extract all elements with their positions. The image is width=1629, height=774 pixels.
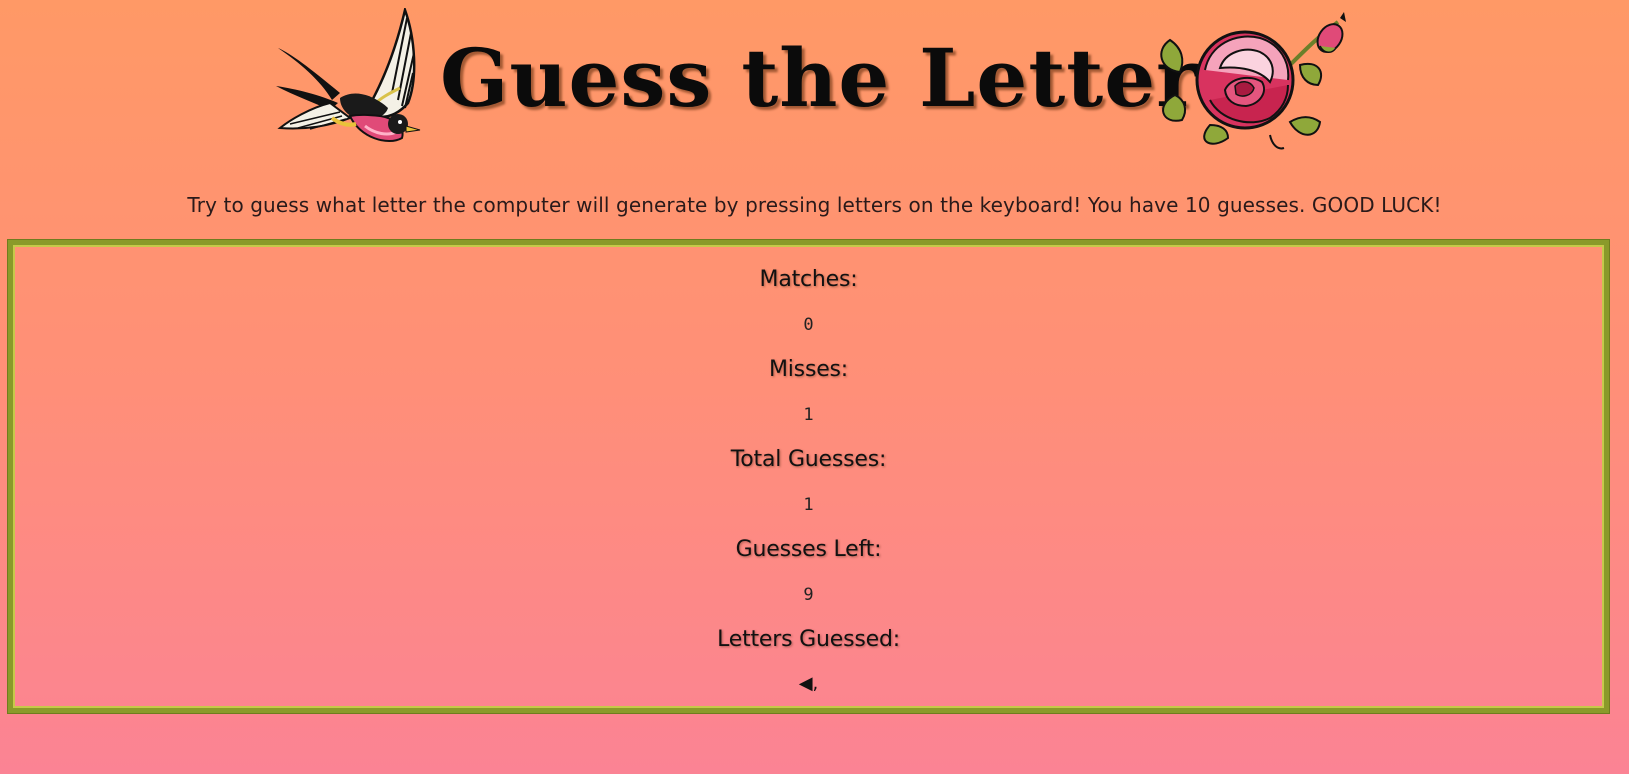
page-title: Guess the Letter (440, 31, 1200, 125)
letters-guessed-value: ◀, (798, 673, 819, 694)
matches-label: Matches: (759, 267, 858, 292)
swallow-icon (276, 8, 421, 142)
misses-value: 1 (803, 405, 814, 425)
guesses-left-label: Guesses Left: (735, 537, 882, 562)
letters-guessed-label: Letters Guessed: (717, 627, 900, 652)
rose-icon (1160, 12, 1346, 150)
misses-label: Misses: (768, 357, 849, 382)
stats-panel: Matches: 0 Misses: 1 Total Guesses: 1 Gu… (8, 240, 1609, 713)
matches-value: 0 (803, 315, 814, 335)
instructions-text: Try to guess what letter the computer wi… (187, 193, 1442, 217)
guesses-left-value: 9 (803, 585, 814, 605)
total-guesses-value: 1 (803, 495, 814, 515)
total-guesses-label: Total Guesses: (730, 447, 887, 472)
header: Guess the Letter (0, 0, 1629, 160)
